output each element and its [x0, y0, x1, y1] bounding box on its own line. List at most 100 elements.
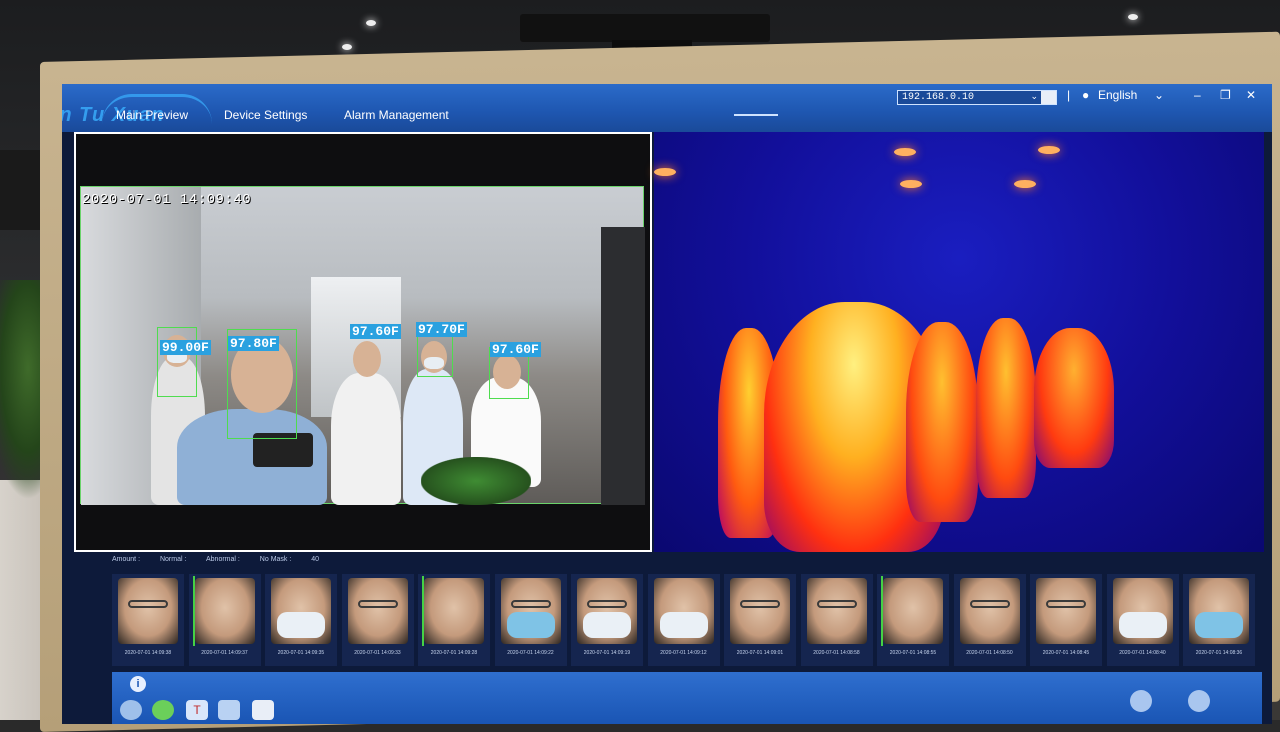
capture-thumbnail[interactable]: 2020-07-01 14:09:22 [494, 574, 567, 666]
thumbnail-timestamp: 2020-07-01 14:09:37 [201, 650, 248, 656]
thermal-light-spot [1038, 146, 1060, 154]
thumbnail-timestamp: 2020-07-01 14:09:22 [507, 650, 554, 656]
capture-thumbnail[interactable]: 2020-07-01 14:09:19 [571, 574, 643, 666]
glasses-overlay [587, 600, 627, 608]
tab-device-settings[interactable]: Device Settings [224, 108, 307, 122]
camera-mount [520, 14, 770, 42]
capture-thumbnail[interactable]: 2020-07-01 14:09:37 [188, 574, 261, 666]
ip-connect-button[interactable] [1041, 91, 1056, 104]
capture-thumbnail[interactable]: 2020-07-01 14:09:01 [724, 574, 796, 666]
face-mask [659, 612, 708, 638]
glasses-overlay [510, 600, 551, 608]
thumbnail-timestamp: 2020-07-01 14:09:12 [660, 650, 707, 656]
thermal-light-spot [894, 148, 916, 156]
captured-face-image [118, 578, 178, 644]
temperature-tag: 97.80F [228, 336, 279, 351]
glasses-overlay [357, 600, 398, 608]
active-tab-indicator [734, 114, 778, 116]
temperature-tag: 99.00F [160, 340, 211, 355]
stat-abnormal: Abnormal : [205, 556, 240, 563]
face-mask [1118, 612, 1167, 638]
language-select[interactable]: English [1098, 88, 1137, 102]
stat-no-mask-value: 40 [311, 556, 320, 563]
capture-thumbnail[interactable]: 2020-07-01 14:08:58 [800, 574, 873, 666]
face-detection-box [157, 327, 197, 397]
face-detection-box [417, 333, 453, 377]
thumbnail-timestamp: 2020-07-01 14:08:40 [1119, 650, 1166, 656]
thermal-camera-feed[interactable] [654, 132, 1264, 552]
thermal-figure [976, 318, 1036, 498]
face-mask [277, 612, 325, 638]
captured-face-image [347, 578, 408, 644]
capture-thumbnail[interactable]: 2020-07-01 14:09:35 [265, 574, 337, 666]
thumbnail-timestamp: 2020-07-01 14:08:58 [813, 650, 860, 656]
ceiling-light [1128, 14, 1138, 20]
ip-address-select[interactable]: 192.168.0.10 ⌄ [897, 90, 1057, 105]
captured-face-image [730, 578, 790, 644]
thumbnail-timestamp: 2020-07-01 14:09:01 [736, 650, 784, 656]
temperature-tag: 97.60F [350, 324, 401, 339]
window-app-icon[interactable] [252, 700, 274, 720]
capture-thumbnail[interactable]: 2020-07-01 14:08:55 [877, 574, 949, 666]
thumbnail-timestamp: 2020-07-01 14:09:35 [277, 650, 325, 656]
thumbnail-timestamp: 2020-07-01 14:09:28 [430, 650, 478, 656]
tab-main-preview[interactable]: Main Preview [116, 108, 188, 122]
info-icon[interactable]: i [130, 676, 146, 692]
thumbnail-timestamp: 2020-07-01 14:08:55 [889, 650, 937, 656]
ceiling-light [366, 20, 376, 26]
temperature-tag: 97.60F [490, 342, 541, 357]
capture-thumbnail[interactable]: 2020-07-01 14:08:50 [953, 574, 1026, 666]
thumbnail-timestamp: 2020-07-01 14:08:36 [1195, 650, 1243, 656]
captured-face-image [883, 578, 943, 644]
start-button[interactable] [120, 700, 142, 720]
restore-icon[interactable]: ❐ [1220, 88, 1231, 102]
tab-alarm-management[interactable]: Alarm Management [344, 108, 449, 122]
thermal-figure [906, 322, 978, 522]
monitor-screen: Lan Tu Xuan Main Preview Device Settings… [62, 84, 1272, 724]
visible-camera-feed[interactable]: 2020-07-01 14:09:40 99.00F 97.80F 97.60F… [74, 132, 652, 552]
windows-taskbar: i T [112, 672, 1262, 724]
ip-address-value: 192.168.0.10 [902, 92, 975, 103]
capture-thumbnail[interactable]: 2020-07-01 14:09:38 [112, 574, 184, 666]
capture-thumbnail[interactable]: 2020-07-01 14:09:12 [647, 574, 720, 666]
face-mask [506, 612, 555, 638]
thermal-light-spot [654, 168, 676, 176]
browser-icon[interactable] [152, 700, 174, 720]
video-timestamp: 2020-07-01 14:09:40 [82, 192, 252, 208]
close-icon[interactable]: ✕ [1246, 88, 1256, 102]
face-detection-marker [422, 576, 424, 646]
person-head [353, 341, 381, 377]
captured-face-image [424, 578, 484, 644]
capture-thumbnail[interactable]: 2020-07-01 14:08:36 [1183, 574, 1255, 666]
glasses-overlay [128, 600, 168, 608]
capture-thumbnail[interactable]: 2020-07-01 14:09:28 [418, 574, 490, 666]
stat-normal: Normal : [159, 556, 187, 563]
app-titlebar: Lan Tu Xuan Main Preview Device Settings… [62, 84, 1272, 132]
glasses-overlay [816, 600, 857, 608]
glasses-overlay [969, 600, 1010, 608]
glasses-overlay [740, 600, 780, 608]
thumbnail-timestamp: 2020-07-01 14:08:50 [966, 650, 1013, 656]
face-detection-marker [881, 576, 883, 646]
minimize-icon[interactable]: – [1194, 88, 1201, 102]
tray-sync-icon[interactable] [1130, 690, 1152, 712]
tray-chat-icon[interactable] [1188, 690, 1210, 712]
chevron-down-icon[interactable]: ⌄ [1154, 88, 1164, 102]
globe-icon: ● [1082, 88, 1090, 102]
temperature-tag: 97.70F [416, 322, 467, 337]
ceiling-light [342, 44, 352, 50]
ip-dropdown-icon[interactable]: ⌄ [1030, 91, 1038, 104]
thermal-figure [1034, 328, 1114, 468]
network-app-icon[interactable] [218, 700, 240, 720]
scene-plant [421, 457, 531, 505]
capture-thumbnail[interactable]: 2020-07-01 14:08:45 [1030, 574, 1102, 666]
capture-thumbnail[interactable]: 2020-07-01 14:09:33 [341, 574, 414, 666]
capture-thumbnail-strip: 2020-07-01 14:09:38 2020-07-01 14:09:37 20… [112, 574, 1262, 668]
face-mask [583, 612, 631, 638]
capture-thumbnail[interactable]: 2020-07-01 14:08:40 [1106, 574, 1179, 666]
thermal-light-spot [1014, 180, 1036, 188]
face-mask [1195, 612, 1243, 638]
captured-face-image [1036, 578, 1096, 644]
app-t-icon[interactable]: T [186, 700, 208, 720]
thumbnail-timestamp: 2020-07-01 14:09:38 [124, 650, 172, 656]
